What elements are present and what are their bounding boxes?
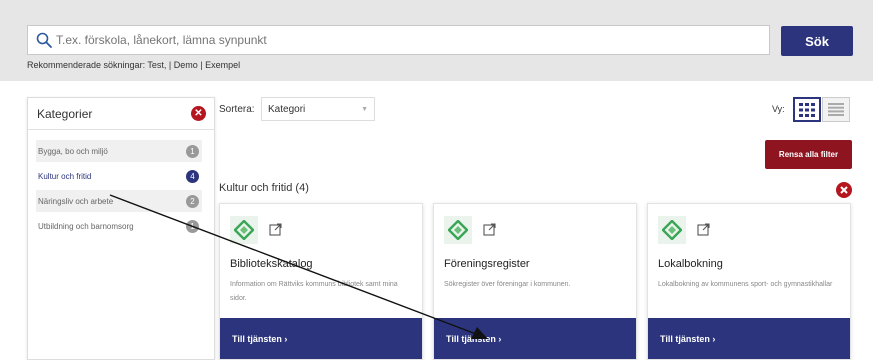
category-count-badge: 1 (186, 144, 199, 158)
close-icon[interactable] (836, 182, 852, 198)
view-label: Vy: (772, 104, 785, 114)
category-label: Utbildning och barnomsorg (38, 221, 134, 231)
grid-icon (799, 102, 815, 117)
close-icon[interactable]: ✕ (191, 106, 206, 121)
service-logo (444, 216, 472, 244)
go-to-service-button[interactable]: Till tjänsten › (648, 318, 850, 359)
category-count-badge: 1 (186, 219, 199, 233)
external-link-icon[interactable] (269, 223, 282, 236)
sort-value: Kategori (268, 103, 306, 115)
recommended-searches: Rekommenderade sökningar: Test, | Demo |… (27, 60, 241, 70)
search-button[interactable]: Sök (781, 26, 853, 56)
card-description: Sökregister över föreningar i kommunen. (444, 281, 571, 288)
search-box[interactable] (27, 25, 770, 55)
sort-select[interactable]: Kategori ▼ (261, 97, 375, 121)
categories-header: Kategorier ✕ (28, 98, 214, 130)
chevron-down-icon: ▼ (361, 105, 368, 113)
service-card[interactable]: Föreningsregister Sökregister över fören… (433, 203, 637, 360)
card-description: Lokalbokning av kommunens sport- och gym… (658, 281, 833, 288)
category-item[interactable]: Bygga, bo och miljö 1 (36, 140, 202, 162)
diamond-logo-icon (234, 220, 254, 240)
external-link-icon[interactable] (697, 223, 710, 236)
card-description: Information om Rättviks kommuns bibliote… (230, 281, 398, 302)
diamond-logo-icon (448, 220, 468, 240)
service-logo (658, 216, 686, 244)
search-icon (36, 32, 52, 48)
categories-panel: Kategorier ✕ Bygga, bo och miljö 1 Kultu… (27, 97, 215, 360)
service-card[interactable]: Bibliotekskatalog Information om Rättvik… (219, 203, 423, 360)
list-icon (828, 103, 844, 116)
search-input[interactable] (56, 33, 736, 47)
service-card[interactable]: Lokalbokning Lokalbokning av kommunens s… (647, 203, 851, 360)
card-title: Bibliotekskatalog (230, 258, 313, 270)
categories-title: Kategorier (37, 106, 93, 121)
list-view-button[interactable] (822, 97, 850, 122)
category-item-active[interactable]: Kultur och fritid 4 (36, 165, 202, 187)
grid-view-button[interactable] (793, 97, 821, 122)
section-heading: Kultur och fritid (4) (219, 182, 309, 194)
external-link-icon[interactable] (483, 223, 496, 236)
card-title: Föreningsregister (444, 258, 530, 270)
category-item[interactable]: Näringsliv och arbete 2 (36, 190, 202, 212)
category-item[interactable]: Utbildning och barnomsorg 1 (36, 215, 202, 237)
clear-all-filters-button[interactable]: Rensa alla filter (765, 140, 852, 169)
search-band: Sök Rekommenderade sökningar: Test, | De… (0, 0, 873, 81)
sort-label: Sortera: (219, 104, 255, 115)
category-count-badge: 2 (186, 194, 199, 208)
go-to-service-button[interactable]: Till tjänsten › (434, 318, 636, 359)
go-to-service-button[interactable]: Till tjänsten › (220, 318, 422, 359)
category-list: Bygga, bo och miljö 1 Kultur och fritid … (28, 130, 214, 237)
category-label: Näringsliv och arbete (38, 196, 114, 206)
card-title: Lokalbokning (658, 258, 723, 270)
category-count-badge: 4 (186, 169, 199, 183)
diamond-logo-icon (662, 220, 682, 240)
service-logo (230, 216, 258, 244)
category-label: Bygga, bo och miljö (38, 146, 108, 156)
category-label: Kultur och fritid (38, 171, 92, 181)
